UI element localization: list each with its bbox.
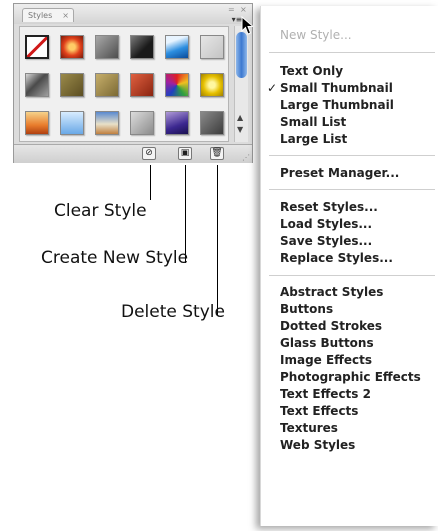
menu-item-image-effects[interactable]: Image Effects — [280, 353, 372, 368]
style-swatch-red-orange-glow[interactable] — [60, 35, 84, 59]
style-swatch-yellow-spark[interactable] — [200, 73, 224, 97]
style-swatch-rainbow-stripes[interactable] — [165, 73, 189, 97]
menu-item-text-effects-2[interactable]: Text Effects 2 — [280, 387, 371, 402]
minimize-icon[interactable]: = — [228, 6, 235, 14]
menu-item-photographic-effects[interactable]: Photographic Effects — [280, 370, 421, 385]
menu-item-text-only[interactable]: Text Only — [280, 64, 343, 79]
menu-item-new-style[interactable]: New Style... — [280, 28, 352, 43]
mouse-pointer-icon — [241, 16, 255, 35]
clear-style-callout: Clear Style — [54, 201, 147, 221]
style-swatch-tan-texture[interactable] — [95, 73, 119, 97]
scroll-down-arrow-icon[interactable]: ▼ — [237, 126, 243, 134]
tab-styles[interactable]: Styles × — [22, 8, 74, 22]
delete-style-callout: Delete Style — [121, 302, 225, 322]
scroll-thumb[interactable] — [236, 32, 247, 78]
style-swatch-default-none[interactable] — [25, 35, 49, 59]
menu-item-large-thumbnail[interactable]: Large Thumbnail — [280, 98, 394, 113]
style-swatch-olive-texture[interactable] — [60, 73, 84, 97]
menu-separator — [269, 189, 435, 190]
menu-item-text-effects[interactable]: Text Effects — [280, 404, 358, 419]
style-swatch-photo-gray[interactable] — [130, 111, 154, 135]
checkmark-icon: ✓ — [267, 81, 278, 95]
menu-item-textures[interactable]: Textures — [280, 421, 338, 436]
create-new-style-callout: Create New Style — [41, 248, 189, 268]
create-new-style-button[interactable]: ▣ — [178, 147, 192, 160]
menu-item-reset-styles[interactable]: Reset Styles... — [280, 200, 378, 215]
resize-grip-icon[interactable]: ⋰ — [242, 153, 250, 162]
delete-style-button[interactable]: 🗑 — [210, 147, 224, 160]
menu-item-glass-buttons[interactable]: Glass Buttons — [280, 336, 374, 351]
close-icon[interactable]: × — [240, 6, 247, 14]
menu-separator — [269, 52, 435, 53]
panel-titlebar: Styles × = × — [14, 4, 252, 24]
tab-label: Styles — [28, 11, 53, 20]
menu-item-load-styles[interactable]: Load Styles... — [280, 217, 372, 232]
menu-item-large-list[interactable]: Large List — [280, 132, 347, 147]
style-swatch-grid — [19, 26, 229, 142]
scroll-up-arrow-icon[interactable]: ▲ — [237, 114, 243, 122]
styles-panel: Styles × = × ▾≡ ▲ ▼ ⊘ ▣ 🗑 ⋰ — [13, 3, 253, 163]
styles-panel-menu: New Style... Text Only ✓ Small Thumbnail… — [260, 6, 438, 526]
style-swatch-sunset-orange[interactable] — [25, 111, 49, 135]
menu-item-preset-manager[interactable]: Preset Manager... — [280, 166, 399, 181]
style-swatch-blue-glass[interactable] — [165, 35, 189, 59]
clear-style-leader-line — [150, 165, 151, 200]
style-swatch-light-gray-flat[interactable] — [200, 35, 224, 59]
style-swatch-brick-red[interactable] — [130, 73, 154, 97]
menu-item-small-thumbnail[interactable]: Small Thumbnail — [280, 81, 393, 96]
style-swatch-dark-checker[interactable] — [130, 35, 154, 59]
clear-style-button[interactable]: ⊘ — [142, 147, 156, 160]
style-swatch-ocean-horizon[interactable] — [95, 111, 119, 135]
menu-separator — [269, 155, 435, 156]
delete-style-leader-line — [217, 165, 218, 315]
menu-item-save-styles[interactable]: Save Styles... — [280, 234, 372, 249]
style-swatch-charcoal[interactable] — [200, 111, 224, 135]
panel-footer: ⊘ ▣ 🗑 ⋰ — [14, 144, 252, 163]
menu-separator — [269, 275, 435, 276]
scrollbar[interactable]: ▲ ▼ — [234, 26, 248, 142]
style-swatch-sky-blue[interactable] — [60, 111, 84, 135]
style-swatch-gray-bevel[interactable] — [95, 35, 119, 59]
tab-close-icon[interactable]: × — [62, 9, 69, 22]
style-swatch-purple-blue[interactable] — [165, 111, 189, 135]
menu-item-small-list[interactable]: Small List — [280, 115, 346, 130]
menu-item-replace-styles[interactable]: Replace Styles... — [280, 251, 393, 266]
style-swatch-smoky-gradient[interactable] — [25, 73, 49, 97]
menu-item-dotted-strokes[interactable]: Dotted Strokes — [280, 319, 382, 334]
menu-item-web-styles[interactable]: Web Styles — [280, 438, 355, 453]
menu-item-buttons[interactable]: Buttons — [280, 302, 333, 317]
menu-item-abstract-styles[interactable]: Abstract Styles — [280, 285, 383, 300]
